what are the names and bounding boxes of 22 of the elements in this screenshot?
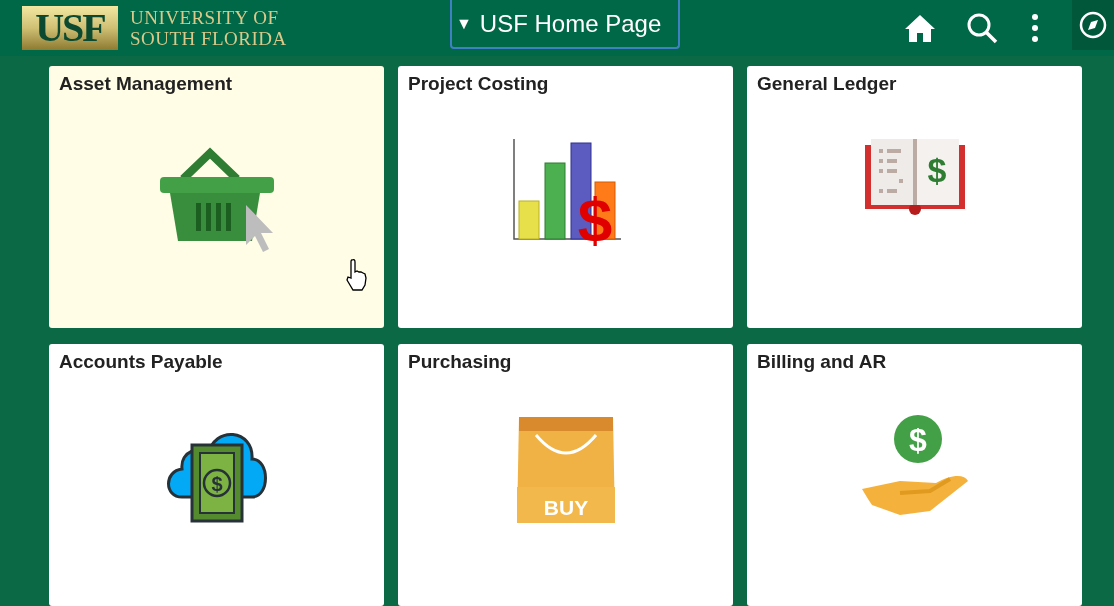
logo-text: SOUTH FLORIDA <box>130 28 287 49</box>
logo-text: UNIVERSITY OF <box>130 7 280 28</box>
app-tile[interactable]: General Ledger $ <box>747 66 1082 328</box>
tile-title: General Ledger <box>756 72 897 96</box>
hand-cursor-icon <box>345 258 369 292</box>
home-icon[interactable] <box>904 13 936 43</box>
tile-title: Accounts Payable <box>58 350 223 374</box>
app-tile[interactable]: Asset Management <box>49 66 384 328</box>
navigator-button[interactable] <box>1072 0 1114 50</box>
app-tile[interactable]: Billing and AR $ <box>747 344 1082 606</box>
tile-title: Billing and AR <box>756 350 887 374</box>
page-menu-dropdown[interactable]: ▼ USF Home Page <box>450 0 680 49</box>
caret-icon: ▼ <box>456 11 472 36</box>
compass-icon <box>1079 11 1107 39</box>
more-menu-icon[interactable] <box>1032 14 1038 42</box>
tile-title: Project Costing <box>407 72 549 96</box>
app-tile[interactable]: Accounts Payable $ <box>49 344 384 606</box>
logo-mark: USF <box>22 6 118 50</box>
tile-title: Asset Management <box>58 72 233 96</box>
app-tile[interactable]: Purchasing BUY <box>398 344 733 606</box>
search-icon[interactable] <box>966 12 998 44</box>
tile-title: Purchasing <box>407 350 512 374</box>
